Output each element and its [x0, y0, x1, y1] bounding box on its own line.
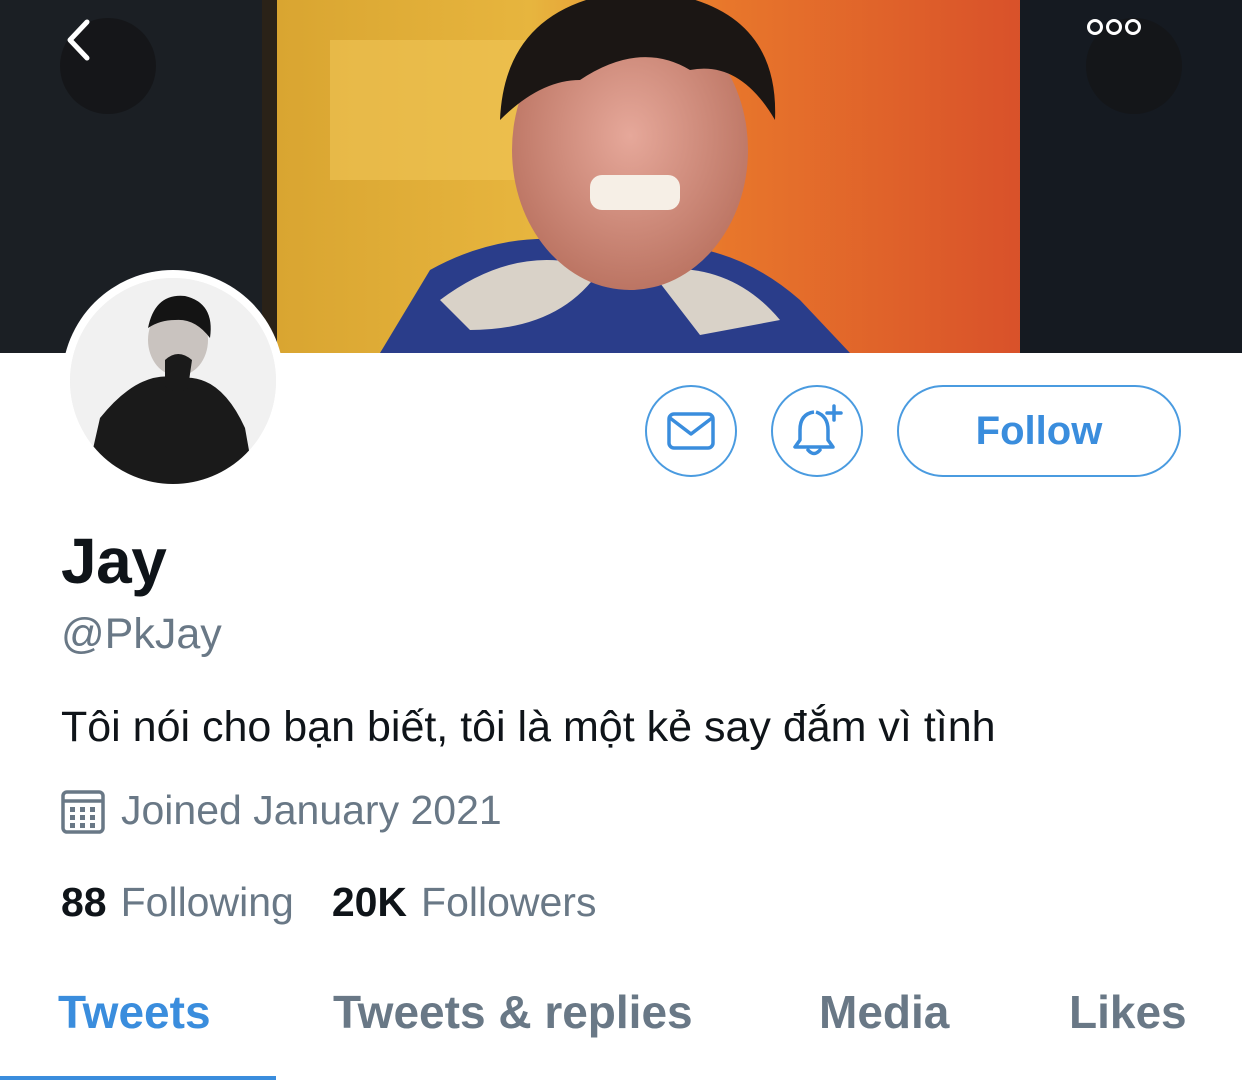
avatar[interactable]: [62, 270, 284, 492]
followers-link[interactable]: 20K Followers: [332, 879, 597, 926]
joined-date: Joined January 2021: [61, 787, 502, 834]
tab-tweets-replies[interactable]: Tweets & replies: [333, 985, 693, 1039]
tab-likes[interactable]: Likes: [1069, 985, 1187, 1039]
calendar-icon: [61, 788, 105, 834]
username-handle: @PkJay: [61, 610, 222, 658]
profile-tabs: Tweets Tweets & replies Media Likes: [0, 985, 1242, 1081]
followers-label: Followers: [421, 879, 597, 925]
following-link[interactable]: 88 Following: [61, 879, 294, 926]
follow-button[interactable]: Follow: [897, 385, 1181, 477]
tab-tweets[interactable]: Tweets: [58, 985, 211, 1039]
back-button[interactable]: [60, 18, 156, 114]
followers-count: 20K: [331, 879, 408, 925]
message-button[interactable]: [645, 385, 737, 477]
tab-media[interactable]: Media: [819, 985, 949, 1039]
display-name: Jay: [61, 525, 167, 597]
joined-label: Joined January 2021: [121, 787, 502, 833]
bell-plus-icon: [793, 404, 843, 456]
active-tab-indicator: [0, 1076, 276, 1080]
bio-text: Tôi nói cho bạn biết, tôi là một kẻ say …: [61, 703, 996, 751]
following-label: Following: [120, 879, 294, 925]
following-count: 88: [61, 879, 107, 925]
ellipsis-icon: [1087, 19, 1141, 35]
more-options-button[interactable]: [1086, 18, 1182, 114]
avatar-image: [70, 278, 276, 484]
envelope-icon: [667, 412, 715, 450]
follow-stats: 88 Following 20K Followers: [61, 879, 596, 926]
notifications-button[interactable]: [771, 385, 863, 477]
chevron-left-icon: [67, 19, 90, 61]
